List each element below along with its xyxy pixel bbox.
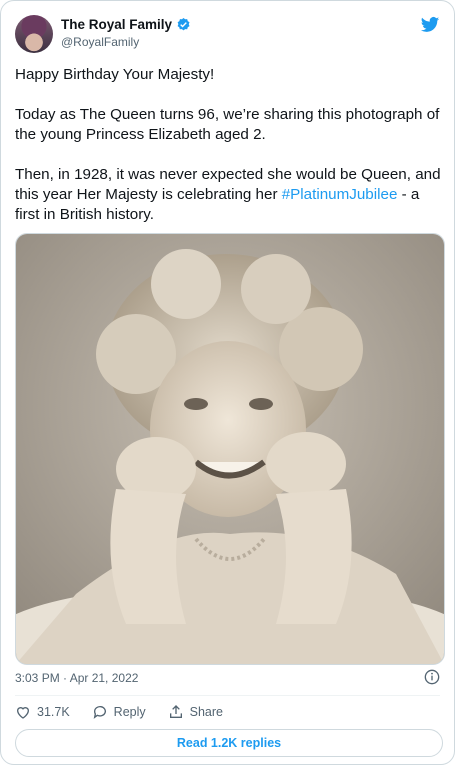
hashtag-link[interactable]: #PlatinumJubilee (282, 186, 398, 203)
reply-label: Reply (113, 705, 146, 719)
read-replies-button[interactable]: Read 1.2K replies (15, 729, 443, 757)
share-icon (169, 705, 182, 718)
tweet-header: The Royal Family @RoyalFamily (15, 13, 440, 57)
divider (15, 695, 440, 696)
tweet-photo[interactable] (15, 233, 445, 665)
heart-icon (16, 707, 30, 719)
tweet-card: The Royal Family @RoyalFamily Happy Birt… (0, 0, 455, 765)
info-icon[interactable] (424, 669, 440, 685)
verified-badge-icon (177, 17, 190, 31)
twitter-bird-icon[interactable] (420, 15, 440, 35)
author-name[interactable]: The Royal Family (61, 17, 172, 32)
avatar[interactable] (15, 15, 53, 53)
author-handle[interactable]: @RoyalFamily (61, 35, 139, 49)
tweet-timestamp[interactable]: 3:03 PM · Apr 21, 2022 (15, 671, 138, 685)
like-count: 31.7K (37, 705, 70, 719)
share-button[interactable]: Share (168, 704, 223, 720)
tweet-text: Happy Birthday Your Majesty! Today as Th… (15, 65, 445, 245)
like-button[interactable]: 31.7K (15, 704, 70, 720)
tweet-paragraph: Then, in 1928, it was never expected she… (15, 165, 445, 225)
author-row[interactable]: The Royal Family (61, 17, 191, 32)
tweet-paragraph: Today as The Queen turns 96, we’re shari… (15, 106, 440, 143)
reply-button[interactable]: Reply (92, 704, 146, 720)
sepia-portrait-image (16, 234, 444, 664)
share-label: Share (189, 705, 223, 719)
tweet-actions: 31.7K Reply Share (15, 704, 245, 720)
reply-icon (93, 706, 106, 719)
tweet-paragraph: Happy Birthday Your Majesty! (15, 66, 215, 83)
